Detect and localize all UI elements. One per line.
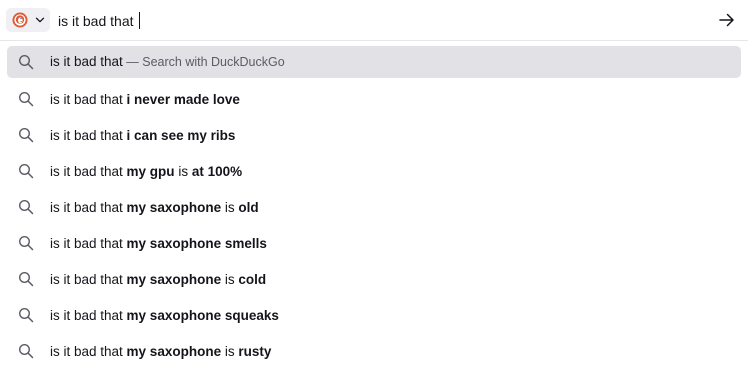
suggestion-row-search-with-engine[interactable]: is it bad that — Search with DuckDuckGo (7, 46, 741, 78)
suggestion-row[interactable]: is it bad that my saxophone smells (0, 226, 748, 262)
suggestion-text: is it bad that my saxophone squeaks (50, 298, 279, 334)
suggestion-row[interactable]: is it bad that my saxophone is cold (0, 262, 748, 298)
suggestion-text: is it bad that i can see my ribs (50, 118, 235, 154)
search-icon (18, 271, 34, 287)
suggestion-prefix: is it bad that (50, 92, 127, 107)
suggestion-text: is it bad that my saxophone is rusty (50, 334, 271, 370)
query-text: is it bad that (58, 13, 138, 29)
suggestion-row[interactable]: is it bad that my saxophone squeaks (0, 298, 748, 334)
suggestion-prefix: is it bad that (50, 308, 127, 323)
suggestion-text: is it bad that — Search with DuckDuckGo (50, 46, 285, 78)
suggestion-completion: rusty (238, 344, 272, 359)
suggestion-connector: is (174, 164, 192, 179)
suggestion-row[interactable]: is it bad that i can see my ribs (0, 118, 748, 154)
suggestion-completion: i never made love (126, 92, 240, 107)
search-with-engine-label: Search with DuckDuckGo (142, 55, 285, 69)
suggestion-completion: my saxophone (126, 344, 222, 359)
search-icon (18, 235, 34, 251)
suggestion-text: is it bad that my saxophone smells (50, 226, 267, 262)
suggestion-completion: i can see my ribs (126, 128, 236, 143)
suggestion-completion: my saxophone smells (126, 236, 267, 251)
search-engine-button[interactable] (6, 8, 50, 32)
search-icon (18, 163, 34, 179)
text-caret (139, 12, 141, 29)
suggestion-completion: my gpu (126, 164, 175, 179)
suggestion-text: is it bad that i never made love (50, 82, 240, 118)
search-icon (18, 343, 34, 359)
search-icon (18, 199, 34, 215)
suggestion-connector: is (221, 344, 239, 359)
suggestion-row[interactable]: is it bad that my saxophone is rusty (0, 334, 748, 370)
suggestion-prefix: is it bad that (50, 236, 127, 251)
arrow-right-icon[interactable] (718, 11, 736, 29)
suggestion-prefix: is it bad that (50, 272, 127, 287)
search-icon (18, 127, 34, 143)
chevron-down-icon (35, 17, 45, 23)
suggestion-separator: — (122, 55, 143, 69)
suggestion-completion: at 100% (191, 164, 243, 179)
suggestion-connector: is (221, 272, 239, 287)
search-icon (18, 54, 34, 70)
address-bar: is it bad that (0, 0, 748, 41)
suggestion-prefix: is it bad that (50, 54, 123, 69)
suggestion-prefix: is it bad that (50, 344, 127, 359)
suggestion-text: is it bad that my saxophone is old (50, 190, 259, 226)
duckduckgo-logo-icon (12, 12, 28, 28)
search-icon (18, 91, 34, 107)
suggestion-connector: is (221, 200, 239, 215)
suggestion-prefix: is it bad that (50, 164, 127, 179)
suggestion-row[interactable]: is it bad that i never made love (0, 82, 748, 118)
search-icon (18, 307, 34, 323)
suggestion-completion: old (238, 200, 259, 215)
suggestion-completion: my saxophone squeaks (126, 308, 279, 323)
suggestion-completion: my saxophone (126, 272, 222, 287)
suggestion-row[interactable]: is it bad that my saxophone is old (0, 190, 748, 226)
suggestion-completion: cold (238, 272, 267, 287)
suggestion-completion: my saxophone (126, 200, 222, 215)
suggestion-list: is it bad that — Search with DuckDuckGo i… (0, 46, 748, 370)
suggestion-prefix: is it bad that (50, 200, 127, 215)
suggestion-text: is it bad that my gpu is at 100% (50, 154, 242, 190)
search-input[interactable]: is it bad that (58, 11, 141, 31)
suggestion-prefix: is it bad that (50, 128, 127, 143)
suggestion-text: is it bad that my saxophone is cold (50, 262, 266, 298)
suggestion-row[interactable]: is it bad that my gpu is at 100% (0, 154, 748, 190)
